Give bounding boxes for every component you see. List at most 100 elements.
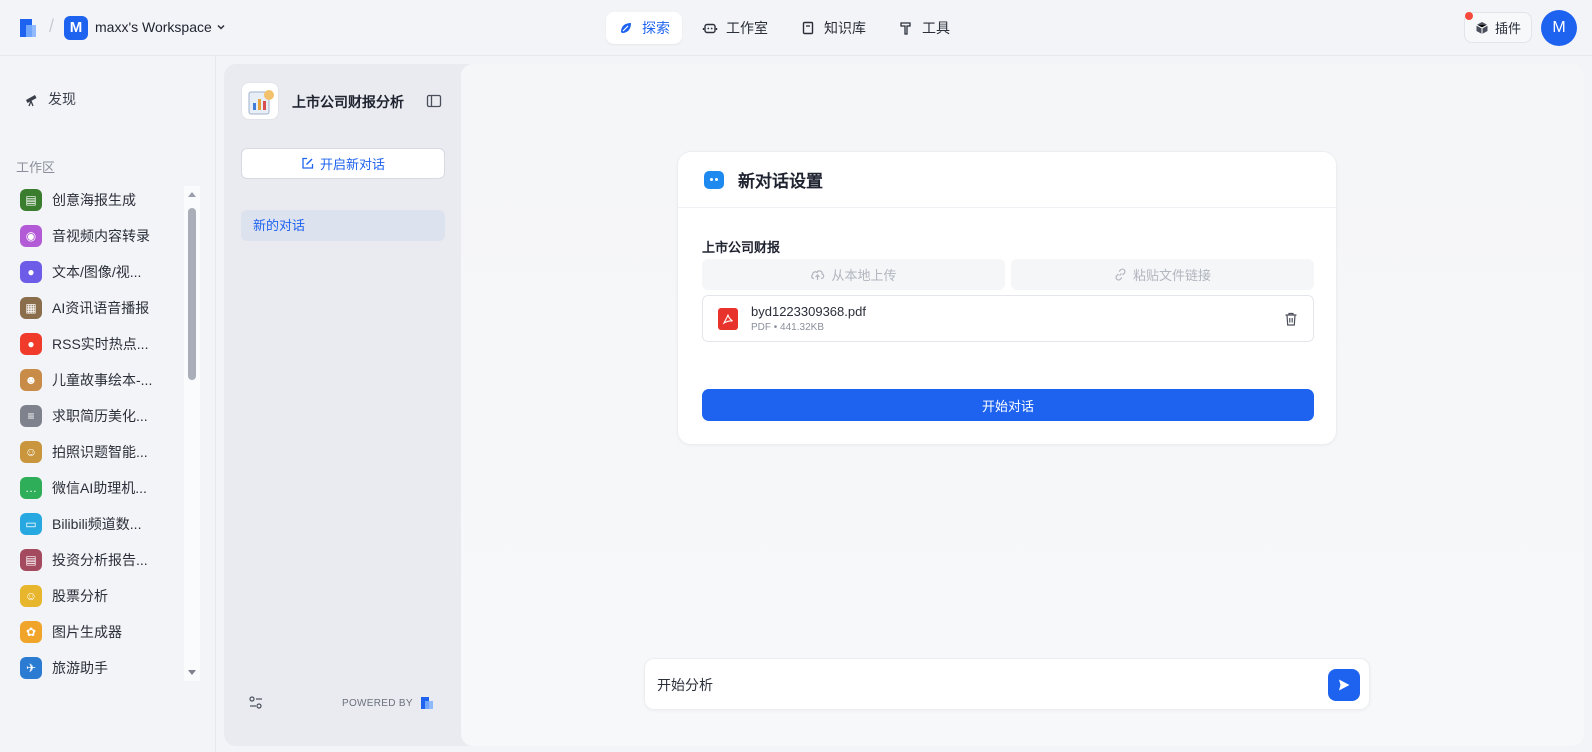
workspace-avatar[interactable]: M (64, 16, 88, 40)
app-label: AI资讯语音播报 (52, 300, 150, 316)
compass-leaf-icon (621, 23, 631, 33)
main-nav: 探索 工作室 知识库 工具 (606, 12, 962, 44)
app-icon: ▦ (20, 297, 42, 319)
main-container: 上市公司财报分析 开启新对话 新的对话 POWERED BY 新对话设置 上市公… (224, 64, 1584, 746)
chat-area: 新对话设置 上市公司财报 从本地上传 粘贴文件链接 byd1223309368.… (461, 64, 1584, 746)
sidebar-app-item[interactable]: … 微信AI助理机... (16, 470, 184, 506)
sidebar-app-item[interactable]: ▤ 创意海报生成 (16, 182, 184, 218)
nav-studio[interactable]: 工作室 (690, 12, 780, 44)
field-label: 上市公司财报 (702, 240, 781, 255)
app-label: 图片生成器 (52, 624, 122, 640)
app-label: 投资分析报告... (52, 552, 148, 568)
scroll-down-arrow-icon[interactable] (188, 670, 196, 675)
app-logo-icon[interactable] (18, 17, 38, 39)
message-input-bar (644, 658, 1370, 710)
delete-trash-icon[interactable] (1283, 311, 1299, 327)
start-chat-button[interactable]: 开始对话 (702, 389, 1314, 421)
upload-local-button[interactable]: 从本地上传 (702, 259, 1005, 290)
powered-by: POWERED BY (342, 695, 435, 711)
nav-knowledge[interactable]: 知识库 (788, 12, 878, 44)
app-icon: … (20, 477, 42, 499)
message-input[interactable] (657, 672, 1297, 698)
book-icon (802, 21, 814, 35)
plugin-button[interactable]: 插件 (1464, 12, 1532, 43)
report-illustration-icon (248, 90, 274, 115)
workspace-section-label: 工作区 (16, 160, 56, 175)
sidebar-app-item[interactable]: ☻ 儿童故事绘本-... (16, 362, 184, 398)
sidebar-app-item[interactable]: ▭ Bilibili频道数... (16, 506, 184, 542)
pdf-file-icon (718, 308, 738, 330)
app-icon: ▤ (20, 549, 42, 571)
app-label: 音视频内容转录 (52, 228, 150, 244)
sidebar-app-item[interactable]: ☺ 股票分析 (16, 578, 184, 614)
scroll-thumb[interactable] (188, 208, 196, 380)
paste-link-button[interactable]: 粘贴文件链接 (1011, 259, 1314, 290)
telescope-icon (26, 95, 37, 107)
sidebar-collapse-icon[interactable] (426, 93, 442, 109)
app-label: 儿童故事绘本-... (52, 372, 153, 388)
sidebar-app-item[interactable]: ● 文本/图像/视... (16, 254, 184, 290)
sidebar-app-item[interactable]: ▦ AI资讯语音播报 (16, 290, 184, 326)
nav-knowledge-label: 知识库 (824, 20, 866, 36)
bot-avatar (241, 82, 279, 120)
app-label: 拍照识题智能... (52, 444, 148, 460)
app-label: RSS实时热点... (52, 336, 149, 352)
upload-local-label: 从本地上传 (831, 268, 897, 283)
sidebar-scrollbar[interactable] (184, 186, 200, 681)
app-icon: ▤ (20, 189, 42, 211)
file-meta: PDF • 441.32KB (751, 322, 824, 333)
card-title: 新对话设置 (738, 172, 823, 191)
breadcrumb-separator: / (49, 16, 55, 36)
new-chat-label: 开启新对话 (319, 157, 385, 172)
app-icon: ≡ (20, 405, 42, 427)
sidebar-app-item[interactable]: ✈ 旅游助手 (16, 650, 184, 686)
cloud-upload-icon (811, 270, 825, 280)
powered-by-label: POWERED BY (342, 697, 413, 709)
send-button[interactable] (1328, 669, 1360, 701)
sidebar-app-item[interactable]: ☺ 拍照识题智能... (16, 434, 184, 470)
app-label: Bilibili频道数... (52, 516, 142, 532)
nav-tools[interactable]: 工具 (886, 12, 962, 44)
app-icon: ● (20, 261, 42, 283)
sidebar-app-item[interactable]: ◉ 音视频内容转录 (16, 218, 184, 254)
user-avatar[interactable]: M (1541, 10, 1577, 46)
powered-logo-icon (420, 697, 433, 709)
plugin-label: 插件 (1494, 21, 1521, 36)
nav-explore[interactable]: 探索 (606, 12, 682, 44)
notification-dot (1465, 12, 1473, 20)
chevron-down-icon (217, 24, 225, 30)
link-icon (1115, 268, 1126, 281)
nav-explore-label: 探索 (642, 20, 670, 36)
app-icon: ▭ (20, 513, 42, 535)
hammer-icon (900, 22, 911, 35)
chat-bot-icon (704, 170, 724, 189)
workspace-switcher[interactable]: maxx's Workspace (95, 19, 226, 35)
sidebar-app-item[interactable]: ● RSS实时热点... (16, 326, 184, 362)
app-icon: ✈ (20, 657, 42, 679)
sidebar-app-item[interactable]: ▤ 投资分析报告... (16, 542, 184, 578)
workspace-name: maxx's Workspace (95, 19, 212, 35)
cube-icon (1476, 21, 1488, 34)
sidebar-app-item[interactable]: ✿ 图片生成器 (16, 614, 184, 650)
app-icon: ✿ (20, 621, 42, 643)
app-list: ▤ 创意海报生成 ◉ 音视频内容转录 ● 文本/图像/视... ▦ AI资讯语音播报 ● RSS实… (16, 182, 184, 686)
app-label: 创意海报生成 (52, 192, 136, 208)
paste-link-label: 粘贴文件链接 (1132, 268, 1211, 283)
sidebar-item-discover[interactable]: 发现 (24, 89, 76, 109)
sidebar-app-item[interactable]: ≡ 求职简历美化... (16, 398, 184, 434)
robot-icon (702, 23, 718, 34)
nav-studio-label: 工作室 (726, 20, 768, 36)
app-icon: ● (20, 333, 42, 355)
app-icon: ☺ (20, 585, 42, 607)
send-icon (1339, 679, 1350, 691)
scroll-up-arrow-icon[interactable] (188, 192, 196, 197)
upload-options: 从本地上传 粘贴文件链接 (702, 259, 1314, 290)
new-chat-button[interactable]: 开启新对话 (241, 148, 445, 179)
settings-sliders-icon[interactable] (248, 695, 264, 711)
app-label: 文本/图像/视... (52, 264, 142, 280)
conversation-item[interactable]: 新的对话 (241, 210, 445, 241)
left-sidebar: 发现 工作区 ▤ 创意海报生成 ◉ 音视频内容转录 ● 文本/图像/视... ▦ AI资讯语音… (0, 56, 216, 752)
app-icon: ◉ (20, 225, 42, 247)
app-label: 旅游助手 (52, 660, 108, 676)
bot-title: 上市公司财报分析 (292, 94, 404, 110)
